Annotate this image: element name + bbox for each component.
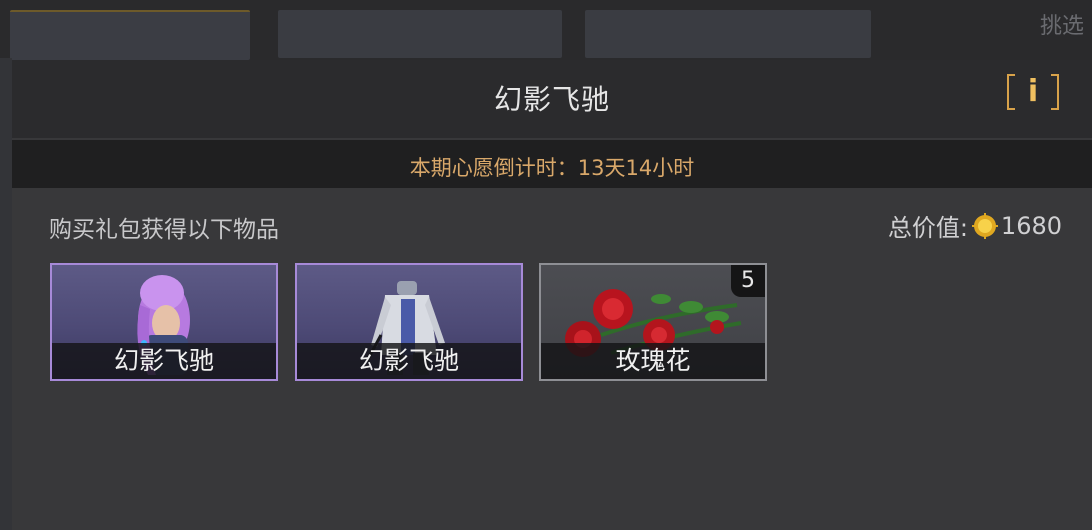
item-card[interactable]: 5 玫瑰花	[539, 263, 767, 381]
info-button[interactable]: i	[1005, 72, 1061, 112]
card-corner	[759, 373, 765, 379]
card-corner	[297, 373, 303, 379]
card-corner	[541, 265, 547, 271]
panel-title: 幻影飞驰	[493, 83, 610, 116]
card-corner	[270, 373, 276, 379]
gift-pack-panel: 幻影飞驰 i 本期心愿倒计时：13天14小时 购买礼包获得以下物品 总价值: 1…	[12, 60, 1092, 530]
background-left-strip	[0, 58, 12, 530]
item-card[interactable]: 幻影飞驰	[295, 263, 523, 381]
card-corner	[52, 373, 58, 379]
total-value-label: 总价值:	[887, 214, 968, 242]
panel-header: 幻影飞驰 i	[12, 60, 1092, 138]
info-bracket-right	[1051, 74, 1059, 110]
card-corner	[541, 373, 547, 379]
info-bracket-left	[1007, 74, 1015, 110]
countdown-text: 本期心愿倒计时：13天14小时	[409, 156, 695, 180]
background-corner-text: 挑选	[1039, 14, 1084, 39]
card-corner	[270, 265, 276, 271]
background-tile	[278, 10, 562, 58]
card-corner	[297, 265, 303, 271]
item-name: 幻影飞驰	[297, 343, 521, 379]
gold-coin-icon	[971, 212, 998, 239]
card-corner	[52, 265, 58, 271]
background-tile	[10, 10, 250, 60]
card-corner	[515, 373, 521, 379]
card-corner	[759, 265, 765, 271]
card-corner	[515, 265, 521, 271]
total-value-amount: 1680	[1000, 211, 1062, 240]
item-card[interactable]: 幻影飞驰	[50, 263, 278, 381]
total-value: 总价值: 1680	[888, 208, 1062, 243]
section-label: 购买礼包获得以下物品	[49, 217, 279, 243]
item-name: 幻影飞驰	[52, 343, 276, 379]
background-tile	[585, 10, 871, 58]
info-icon: i	[1027, 74, 1039, 109]
countdown-bar: 本期心愿倒计时：13天14小时	[12, 140, 1092, 188]
item-name: 玫瑰花	[541, 343, 765, 379]
